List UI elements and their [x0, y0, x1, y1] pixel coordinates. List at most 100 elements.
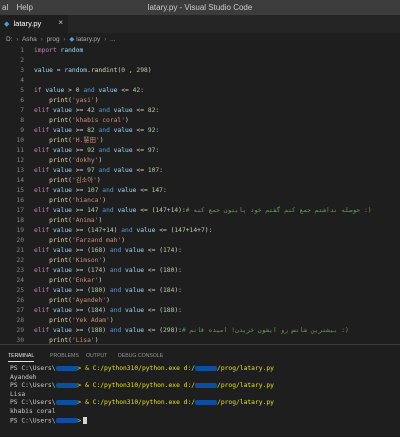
code-token: if [34, 87, 42, 94]
code-token: value [52, 147, 72, 154]
code-line[interactable]: 10 print('H.慧田') [0, 136, 400, 146]
line-number: 18 [16, 217, 24, 224]
code-line[interactable]: 6 print('yasi') [0, 96, 400, 106]
code-line[interactable]: 27 elif value >= (184) and value <= (188)… [0, 306, 400, 316]
code-token: : [159, 167, 163, 174]
code-line[interactable]: 21 elif value >= (168) and value <= (174)… [0, 246, 400, 256]
code-line[interactable]: 26 print('Ayandeh') [0, 296, 400, 306]
code-token: '김소아' [71, 177, 97, 184]
code-token: = [52, 67, 65, 74]
close-tab-icon[interactable]: × [58, 18, 63, 27]
code-token: print [49, 197, 69, 204]
code-token: and [109, 267, 122, 274]
code-line[interactable]: 2 [0, 56, 400, 66]
code-token: value [52, 327, 72, 334]
code-token: and [98, 147, 110, 154]
breadcrumb: D: › Asha › prog › ◆ latary.py › ... [0, 33, 400, 44]
code-line[interactable]: 18 print('Anima') [0, 216, 400, 226]
python-file-icon: ◆ [69, 36, 75, 43]
code-text: print('Ayandeh') [34, 296, 110, 306]
breadcrumb-item[interactable]: ... [110, 36, 115, 43]
code-token: 107 [87, 187, 99, 194]
tab-terminal[interactable]: TERMINAL [8, 353, 35, 362]
code-token: ): [174, 267, 182, 274]
code-token: <= [144, 307, 160, 314]
code-line[interactable]: 23 elif value >= (174) and value <= (180)… [0, 266, 400, 276]
code-line[interactable]: 9 elif value >= 82 and value <= 92: [0, 126, 400, 136]
code-text: elif value >= 97 and value <= 107: [34, 166, 163, 176]
code-token: import [34, 47, 57, 54]
code-text: import random [34, 46, 83, 56]
terminal-prompt: PS C:\Users\ [10, 399, 56, 407]
code-line[interactable]: 22 print('Kimson') [0, 256, 400, 266]
tab-debug-console[interactable]: DEBUG CONSOLE [118, 353, 163, 359]
code-token: 184 [162, 287, 175, 294]
chevron-right-icon: › [63, 36, 66, 43]
breadcrumb-item[interactable]: D: [6, 36, 13, 43]
code-text: print('hianca') [34, 196, 106, 206]
code-token: print [49, 177, 69, 184]
terminal-line: PS C:\Users\ > & C:/python310/python.exe … [10, 382, 395, 391]
tab-problems[interactable]: PROBLEMS [50, 353, 79, 359]
code-line[interactable]: 7 elif value >= 42 and value <= 82: [0, 106, 400, 116]
code-line[interactable]: 8 print('khabis coral') [0, 116, 400, 126]
terminal-line: PS C:\Users\ > & C:/python310/python.exe … [10, 399, 395, 408]
code-token: 'hianca' [71, 197, 103, 204]
terminal-command: > & C:/python310/python.exe d:/ [77, 365, 196, 372]
code-line[interactable]: 25 elif value >= (180) and value <= (184)… [0, 286, 400, 296]
breadcrumb-item[interactable]: prog [47, 36, 60, 43]
code-line[interactable]: 5 if value > 0 and value <= 42: [0, 86, 400, 96]
code-line[interactable]: 12 print('dokhy') [0, 156, 400, 166]
chevron-right-icon: › [40, 36, 43, 43]
code-line[interactable]: 14 print('김소아') [0, 176, 400, 186]
code-line[interactable]: 4 [0, 76, 400, 86]
code-token: value [52, 187, 72, 194]
code-line[interactable]: 17 elif value >= 147 and value <= (147+14… [0, 206, 400, 216]
breadcrumb-item[interactable]: latary.py [76, 36, 100, 43]
code-line[interactable]: 3 value = random.randint(0 , 298) [0, 66, 400, 76]
tab-latary-py[interactable]: ◆ latary.py × [0, 15, 68, 33]
code-line[interactable]: 15 elif value >= 107 and value <= 147: [0, 186, 400, 196]
code-token: 'khabis coral' [71, 117, 126, 124]
breadcrumb-item[interactable]: Asha [22, 36, 37, 43]
code-line[interactable]: 28 print('Yek Adam') [0, 316, 400, 326]
code-token: ) [102, 307, 110, 314]
code-line[interactable]: 1 import random [0, 46, 400, 56]
code-token: ) [102, 247, 110, 254]
code-token: print [49, 157, 69, 164]
line-number: 8 [20, 117, 24, 124]
code-token: elif [34, 287, 50, 294]
terminal-script-path: /prog/latary.py [217, 399, 274, 407]
code-token: 180 [162, 267, 175, 274]
code-line[interactable]: 29 elif value >= (188) and value <= (298)… [0, 326, 400, 336]
code-line[interactable]: 24 print('Enkar') [0, 276, 400, 286]
code-token: value [52, 207, 72, 214]
code-line[interactable]: 19 elif value >= (147+14) and value <= (1… [0, 226, 400, 236]
code-token: ) [102, 257, 107, 264]
code-line[interactable]: 13 elif value >= 97 and value <= 107: [0, 166, 400, 176]
terminal-output[interactable]: PS C:\Users\ > & C:/python310/python.exe … [10, 365, 395, 425]
code-line[interactable]: 11 elif value >= 92 and value <= 97: [0, 146, 400, 156]
code-token: value [52, 167, 72, 174]
code-token: 184 [90, 307, 103, 314]
code-line[interactable]: 16 print('hianca') [0, 196, 400, 206]
code-text: elif value >= 42 and value <= 82: [34, 106, 159, 116]
code-token: value [125, 307, 145, 314]
code-token: elif [34, 147, 50, 154]
code-editor[interactable]: 1 import random 2 3 value = random.randint(0… [0, 44, 400, 344]
code-token: ) [106, 297, 110, 304]
code-token: ) [98, 217, 103, 224]
tab-output[interactable]: OUTPUT [86, 353, 107, 359]
code-token: <= [144, 247, 160, 254]
terminal-output-text: Lisa [10, 390, 26, 398]
code-token: >= [71, 167, 88, 174]
code-token: value [52, 287, 72, 294]
code-line[interactable]: 20 print('Farzand mah') [0, 236, 400, 246]
code-token: <= [144, 287, 160, 294]
code-token: >= [71, 207, 88, 214]
